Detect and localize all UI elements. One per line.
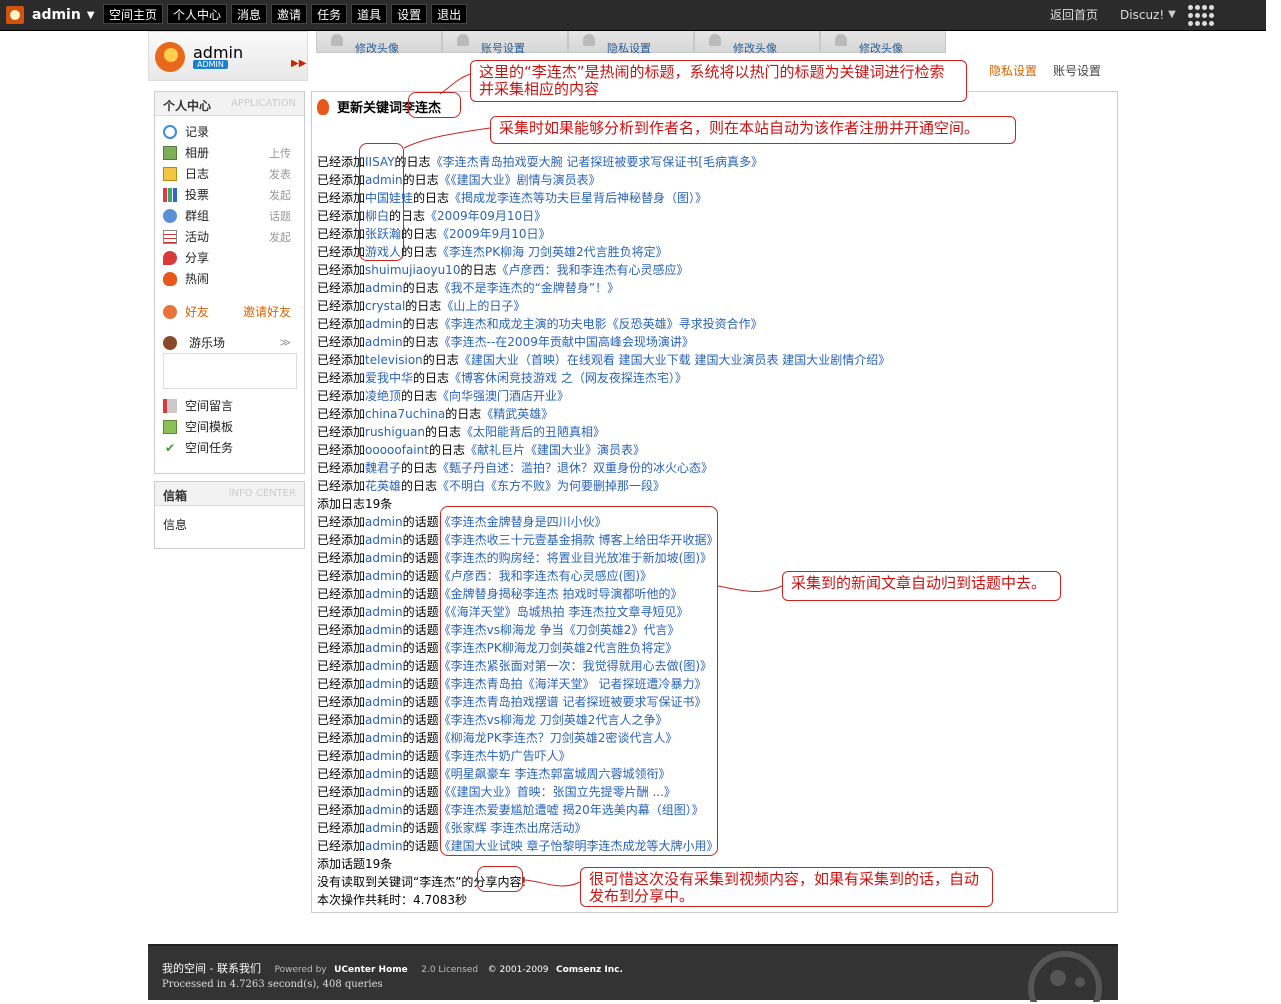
copyright: © 2001-2009 — [487, 965, 549, 975]
annotation-share: 很可惜这次没有采集到视频内容，如果有采集到的话，自动发布到分享中。 — [580, 867, 993, 907]
annotation-keyword: 这里的“李连杰”是热闹的标题，系统将以热门的标题为关键词进行检索并采集相应的内容 — [470, 60, 967, 102]
topic-highlight-box — [440, 506, 718, 856]
version: 2.0 Licensed — [421, 965, 479, 975]
footer: 我的空间 - 联系我们 Powered by UCenter Home 2.0 … — [148, 944, 1118, 1002]
keyword-highlight-box — [408, 92, 461, 118]
company[interactable]: Comsenz Inc. — [556, 965, 623, 975]
mascot-logo-icon — [1028, 951, 1102, 1002]
product-name[interactable]: UCenter Home — [334, 965, 408, 975]
footer-links[interactable]: 我的空间 - 联系我们 — [162, 962, 261, 975]
annotation-author: 采集时如果能够分析到作者名，则在本站自动为该作者注册并开通空间。 — [490, 116, 1016, 144]
annotation-topic: 采集到的新闻文章自动归到话题中去。 — [782, 571, 1061, 601]
processed-info: Processed in 4.7263 second(s), 408 queri… — [162, 979, 383, 990]
powered-by: Powered by — [274, 965, 327, 975]
share-highlight-box — [477, 866, 523, 892]
footer-line: 我的空间 - 联系我们 Powered by UCenter Home 2.0 … — [162, 960, 623, 976]
author-highlight-box — [359, 143, 404, 261]
